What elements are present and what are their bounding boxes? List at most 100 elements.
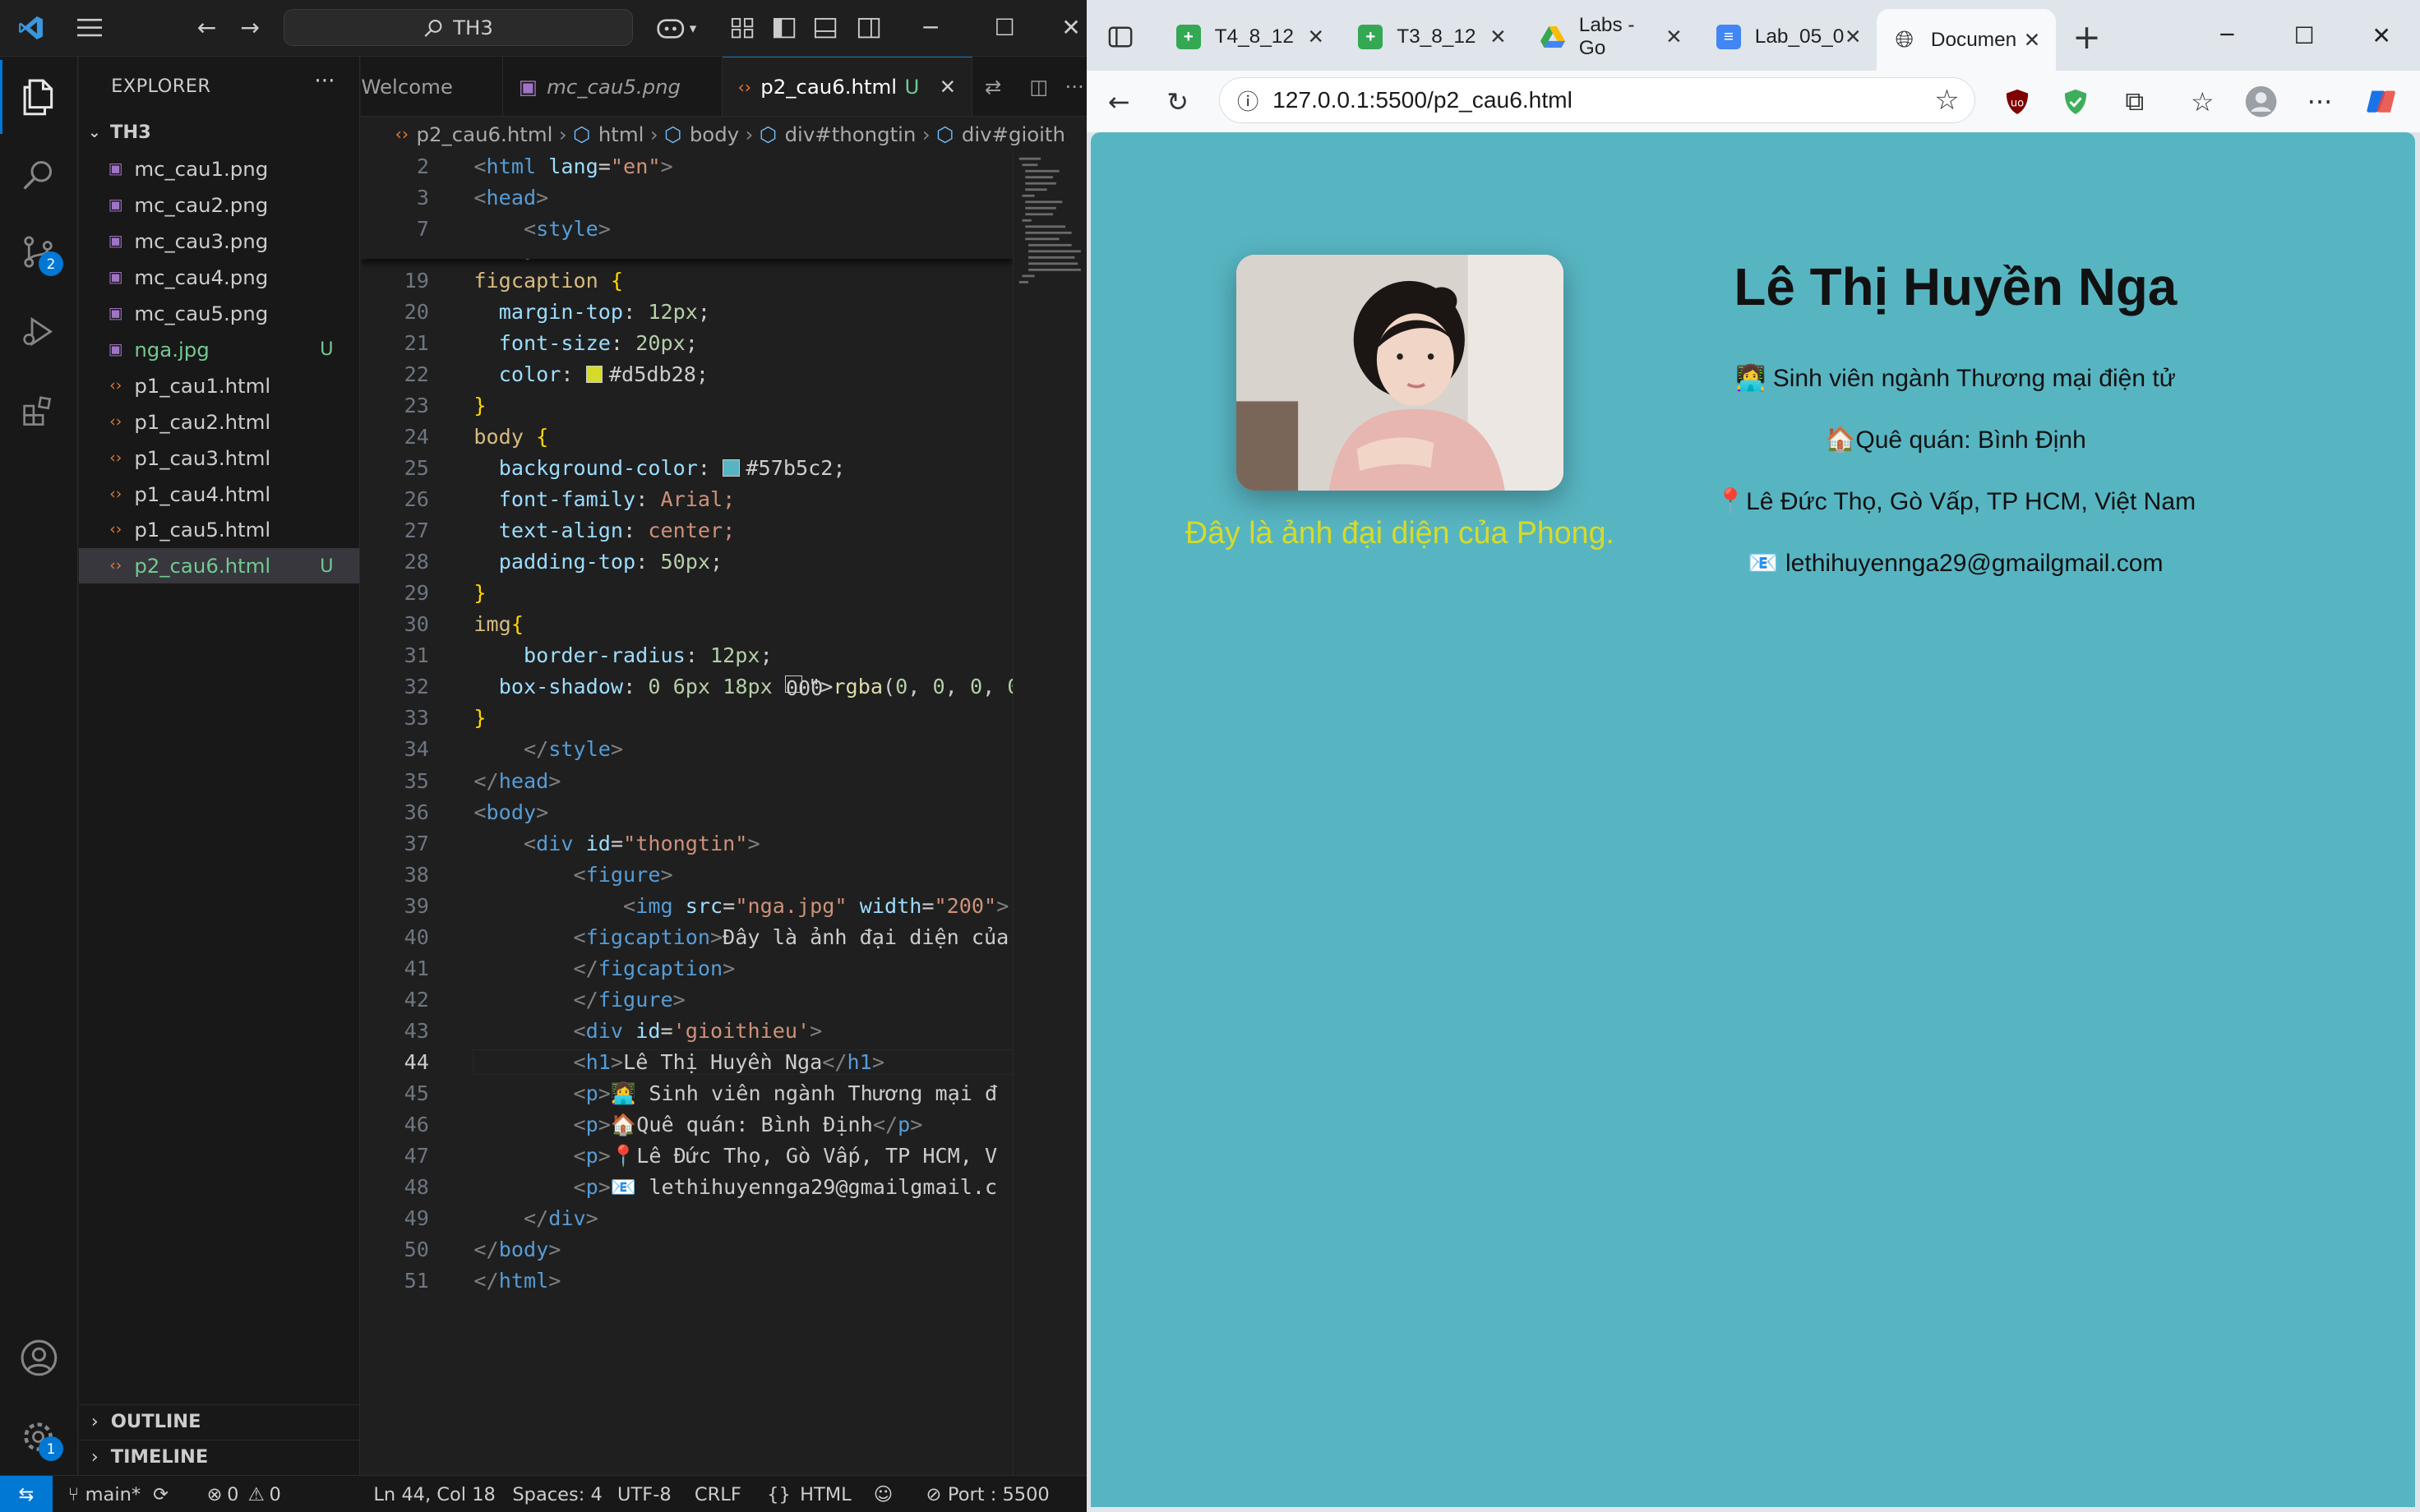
code-line[interactable]: color: #d5db28;: [473, 362, 709, 386]
file-item[interactable]: ‹› p2_cau6.html U: [78, 548, 360, 584]
code-line[interactable]: figcaption {: [473, 269, 623, 293]
code-line[interactable]: box-shadow: 0 6px 18px 000">rgba(0, 0, 0…: [473, 675, 1013, 700]
browser-tab[interactable]: + T3_8_12 ✕: [1343, 12, 1522, 62]
more-actions-icon[interactable]: ···: [314, 69, 335, 94]
code-line[interactable]: <body>: [473, 800, 548, 824]
code-line[interactable]: </body>: [473, 1238, 561, 1261]
code-line[interactable]: }: [473, 581, 486, 605]
compare-icon[interactable]: ⇄: [976, 57, 1022, 115]
close-tab-icon[interactable]: ✕: [1665, 25, 1682, 49]
maximize-icon[interactable]: ☐: [2281, 16, 2327, 56]
ublock-extension-icon[interactable]: uo: [1991, 71, 2044, 132]
close-icon[interactable]: ✕: [2358, 16, 2404, 56]
browser-tab[interactable]: ≡ Lab_05_0 ✕: [1701, 12, 1877, 62]
code-line[interactable]: <figcaption>Đây là ảnh đại diện của: [473, 925, 1009, 949]
tab-mc-cau5[interactable]: ▣ mc_cau5.png: [503, 57, 723, 116]
folder-header[interactable]: ⌄ TH3: [79, 116, 360, 150]
search-icon[interactable]: [0, 137, 77, 211]
file-item[interactable]: ▣ mc_cau3.png: [79, 224, 360, 259]
code-line[interactable]: <img src="nga.jpg" width="200">: [473, 894, 1009, 918]
breadcrumb-item[interactable]: html: [598, 122, 644, 146]
browser-tab[interactable]: + T4_8_12 ✕: [1161, 12, 1340, 62]
code-line[interactable]: <p>👩‍💻 Sinh viên ngành Thương mại đ: [473, 1081, 998, 1106]
copilot-icon[interactable]: ▾: [649, 0, 704, 56]
close-tab-icon[interactable]: ✕: [940, 75, 956, 99]
breadcrumb-item[interactable]: body: [690, 122, 739, 146]
code-line[interactable]: <div id='gioithieu'>: [473, 1019, 823, 1043]
live-server-port[interactable]: ⊘ Port : 5500: [926, 1476, 1050, 1512]
minimap[interactable]: [1012, 151, 1087, 1475]
shield-extension-icon[interactable]: [2049, 71, 2102, 132]
code-line[interactable]: img{: [473, 612, 524, 636]
cursor-position[interactable]: Ln 44, Col 18: [373, 1476, 496, 1512]
tab-p2-cau6[interactable]: ‹› p2_cau6.html U ✕: [722, 57, 972, 116]
back-arrow-icon[interactable]: ←: [188, 0, 225, 56]
tab-actions-icon[interactable]: [1102, 20, 1139, 53]
code-line[interactable]: background-color: #57b5c2;: [473, 456, 846, 480]
close-tab-icon[interactable]: ✕: [1308, 25, 1324, 49]
file-item[interactable]: ▣ mc_cau5.png: [79, 296, 360, 331]
code-line[interactable]: <figure>: [473, 863, 673, 887]
file-item[interactable]: ▣ nga.jpg U: [79, 332, 360, 367]
code-line[interactable]: font-family: Arial;: [473, 487, 736, 511]
copilot-status-icon[interactable]: ☺: [874, 1476, 893, 1512]
maximize-icon[interactable]: ☐: [981, 0, 1028, 56]
refresh-icon[interactable]: ↻: [1152, 71, 1204, 132]
code-line[interactable]: text-align: center;: [473, 519, 736, 542]
browser-tab-active[interactable]: 🌐︎ Documen ✕: [1877, 9, 2056, 71]
language-mode[interactable]: {} HTML: [767, 1476, 852, 1512]
close-tab-icon[interactable]: ✕: [1489, 25, 1506, 49]
profile-avatar-icon[interactable]: [2235, 71, 2288, 132]
toggle-secondary-sidebar-icon[interactable]: [852, 0, 885, 56]
breadcrumb-item[interactable]: div#thongtin: [785, 122, 917, 146]
code-line[interactable]: </div>: [473, 1206, 598, 1230]
remote-indicator-icon[interactable]: ⇆: [0, 1475, 53, 1512]
code-line[interactable]: <p>📍Lê Đức Thọ, Gò Vấp, TP HCM, V: [473, 1144, 998, 1169]
browser-tab[interactable]: Labs - Go ✕: [1525, 12, 1697, 62]
code-line[interactable]: body {: [473, 425, 548, 449]
new-tab-icon[interactable]: +: [2065, 16, 2108, 59]
code-line[interactable]: <div id="thongtin">: [473, 832, 760, 855]
end-of-line[interactable]: CRLF: [695, 1476, 741, 1512]
split-editor-icon[interactable]: ◫: [1022, 57, 1062, 115]
command-center-search[interactable]: TH3: [284, 9, 633, 47]
account-icon[interactable]: [0, 1321, 77, 1394]
indentation[interactable]: Spaces: 4: [512, 1476, 602, 1512]
copilot-icon[interactable]: [2355, 71, 2408, 132]
problems-indicator[interactable]: ⊗ 0 ⚠ 0: [207, 1476, 281, 1512]
address-bar[interactable]: ⓘ 127.0.0.1:5500/p2_cau6.html ☆: [1219, 76, 1976, 124]
file-item[interactable]: ▣ mc_cau4.png: [79, 260, 360, 295]
code-line[interactable]: </html>: [473, 1269, 561, 1293]
code-line[interactable]: margin-top: 12px;: [473, 300, 710, 324]
file-item[interactable]: ‹› p1_cau4.html: [79, 476, 360, 511]
code-line[interactable]: <h1>Lê Thị Huyền Nga</h1>: [473, 1049, 1013, 1075]
customize-layout-icon[interactable]: [725, 0, 759, 56]
code-line[interactable]: </figure>: [473, 988, 686, 1012]
code-line[interactable]: <style>: [473, 217, 611, 241]
minimize-icon[interactable]: ─: [908, 0, 954, 56]
code-editor[interactable]: 18 }19figcaption {20 margin-top: 12px;21…: [361, 151, 1013, 1385]
menu-icon[interactable]: [68, 0, 112, 56]
code-line[interactable]: }: [473, 394, 486, 417]
outline-section[interactable]: › OUTLINE: [78, 1404, 360, 1438]
code-line[interactable]: </style>: [473, 737, 623, 761]
file-item[interactable]: ‹› p1_cau1.html: [79, 368, 360, 403]
close-tab-icon[interactable]: ✕: [2024, 28, 2040, 53]
code-line[interactable]: <p>📧 lethihuyennga29@gmailgmail.c: [473, 1175, 998, 1200]
file-item[interactable]: ‹› p1_cau2.html: [79, 404, 360, 440]
code-line[interactable]: border-radius: 12px;: [473, 643, 773, 667]
code-line[interactable]: <p>🏠Quê quán: Bình Định</p>: [473, 1113, 923, 1137]
site-info-icon[interactable]: ⓘ: [1226, 85, 1270, 116]
breadcrumb-item[interactable]: p2_cau6.html: [417, 122, 553, 146]
sticky-scroll-header[interactable]: 2 <html lang="en"> 3 <head> 7 <style>: [361, 151, 1013, 260]
code-line[interactable]: <head>: [473, 186, 548, 210]
forward-arrow-icon[interactable]: →: [232, 0, 269, 56]
breadcrumb-item[interactable]: div#gioith: [962, 122, 1065, 146]
timeline-section[interactable]: › TIMELINE: [78, 1439, 360, 1473]
code-line[interactable]: </figcaption>: [473, 957, 736, 980]
favorite-star-icon[interactable]: ☆: [1934, 84, 1959, 117]
code-line[interactable]: </head>: [473, 769, 561, 793]
more-options-icon[interactable]: ···: [2293, 71, 2346, 132]
close-icon[interactable]: ✕: [1055, 0, 1087, 56]
encoding[interactable]: UTF-8: [617, 1476, 672, 1512]
